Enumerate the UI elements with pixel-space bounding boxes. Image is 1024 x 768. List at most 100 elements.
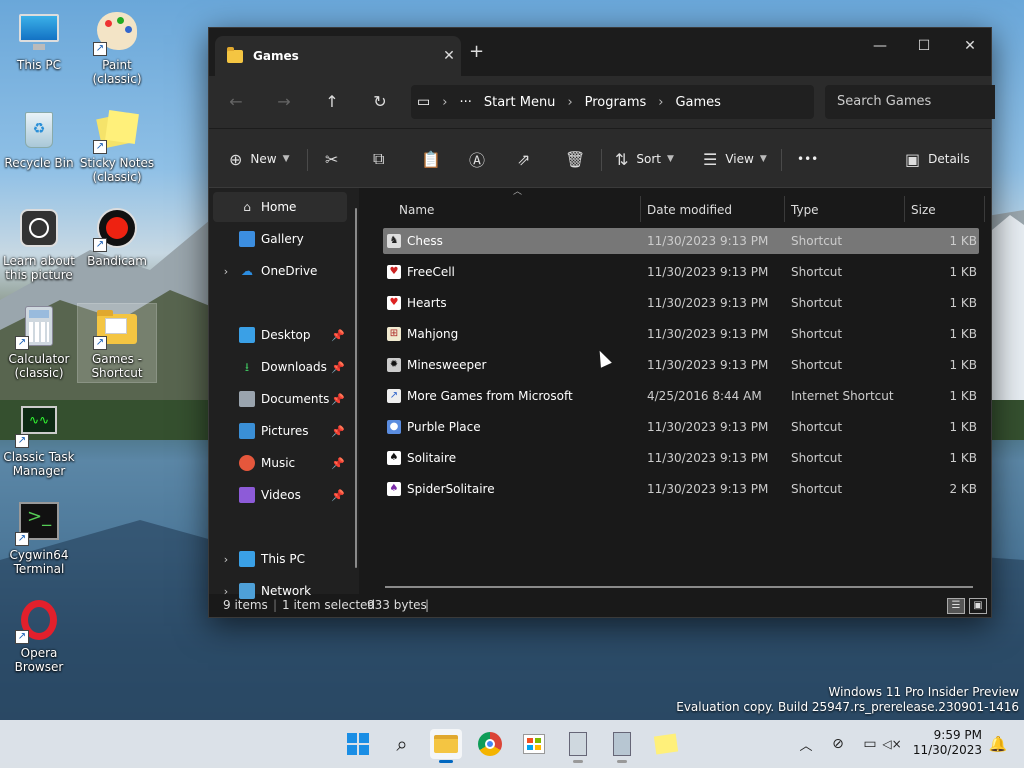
monitor-icon[interactable]: ▭	[411, 94, 436, 110]
volume-muted-icon[interactable]: ◁×	[876, 729, 908, 759]
breadcrumb-more[interactable]: ···	[453, 95, 477, 110]
paste-icon[interactable]: 📋	[421, 145, 449, 173]
close-tab-button[interactable]: ✕	[437, 48, 461, 64]
nav-item-desktop[interactable]: Desktop 📌	[213, 320, 347, 350]
search-input[interactable]: Search Games	[825, 85, 995, 119]
calculator-icon	[613, 732, 631, 756]
taskbar-store[interactable]	[518, 729, 550, 759]
desktop-icon-this-pc[interactable]: This PC	[0, 10, 78, 72]
breadcrumb-games[interactable]: Games	[669, 95, 726, 110]
chevron-up-icon[interactable]: ︿	[790, 729, 822, 759]
tiles-view-icon[interactable]: ▣	[969, 598, 987, 614]
divider[interactable]	[640, 196, 641, 222]
chevron-right-icon[interactable]: ›	[652, 95, 669, 110]
pin-icon[interactable]: 📌	[331, 329, 345, 342]
nav-item-this-pc[interactable]: › This PC	[213, 544, 347, 574]
chevron-right-icon[interactable]: ›	[561, 95, 578, 110]
file-type: Shortcut	[791, 358, 843, 372]
desktop-icon-games-shortcut[interactable]: ↗ Games - Shortcut	[77, 303, 157, 383]
file-row[interactable]: ♞ Chess 11/30/2023 9:13 PM Shortcut 1 KB	[383, 228, 979, 254]
tab-games[interactable]: Games ✕	[215, 36, 461, 76]
divider[interactable]	[904, 196, 905, 222]
nav-item-home[interactable]: ⌂ Home	[213, 192, 347, 222]
details-view-icon[interactable]: ☰	[947, 598, 965, 614]
column-header-date[interactable]: Date modified	[647, 196, 732, 224]
cut-icon[interactable]: ✂	[325, 145, 346, 173]
chevron-right-icon[interactable]: ›	[436, 95, 453, 110]
file-row[interactable]: ✹ Minesweeper 11/30/2023 9:13 PM Shortcu…	[383, 352, 979, 378]
forward-arrow-icon[interactable]: →	[269, 89, 299, 115]
desktop-icon-label: This PC	[17, 58, 61, 72]
nav-item-pictures[interactable]: Pictures 📌	[213, 416, 347, 446]
delete-icon[interactable]: 🗑	[565, 145, 593, 173]
taskbar-calculator-2[interactable]	[606, 729, 638, 763]
column-header-name[interactable]: Name	[399, 196, 434, 224]
nav-scrollbar[interactable]	[355, 208, 357, 568]
breadcrumb[interactable]: ▭ › ··· Start Menu › Programs › Games	[411, 85, 814, 119]
desktop-icon-paint[interactable]: ↗ Paint (classic)	[78, 10, 156, 86]
desktop-icon-sticky-notes[interactable]: ↗ Sticky Notes (classic)	[78, 108, 156, 184]
desktop-icon-bandicam[interactable]: ↗ Bandicam	[78, 206, 156, 268]
refresh-icon[interactable]: ↻	[365, 89, 395, 115]
back-arrow-icon[interactable]: ←	[221, 89, 251, 115]
desktop-icon-cygwin[interactable]: >_ ↗ Cygwin64 Terminal	[0, 500, 78, 576]
nav-item-music[interactable]: Music 📌	[213, 448, 347, 478]
freecell-icon: ♥	[387, 265, 401, 279]
pin-icon[interactable]: 📌	[331, 425, 345, 438]
desktop-icon-recycle-bin[interactable]: ♻ Recycle Bin	[0, 108, 78, 170]
view-button[interactable]: ☰ View ▼	[703, 145, 767, 173]
rename-icon[interactable]: Ⓐ	[469, 145, 493, 173]
nav-item-gallery[interactable]: Gallery	[213, 224, 347, 254]
nav-item-downloads[interactable]: ⭳ Downloads 📌	[213, 352, 347, 382]
pin-icon[interactable]: 📌	[331, 489, 345, 502]
start-button[interactable]	[342, 729, 374, 759]
breadcrumb-programs[interactable]: Programs	[579, 95, 653, 110]
chevron-right-icon[interactable]: ›	[213, 265, 239, 278]
maximize-button[interactable]: ☐	[901, 32, 947, 60]
clock[interactable]: 9:59 PM 11/30/2023	[913, 728, 982, 758]
chevron-right-icon[interactable]: ›	[213, 553, 239, 566]
share-icon[interactable]: ⇗	[517, 145, 538, 173]
desktop-icon-learn-about-picture[interactable]: Learn about this picture	[0, 206, 78, 282]
taskbar-chrome[interactable]	[474, 729, 506, 759]
taskbar-file-explorer[interactable]	[430, 729, 462, 763]
pin-icon[interactable]: 📌	[331, 393, 345, 406]
pin-icon[interactable]: 📌	[331, 361, 345, 374]
desktop-icon-task-manager[interactable]: ∿∿ ↗ Classic Task Manager	[0, 402, 78, 478]
desktop-icon-calculator[interactable]: ↗ Calculator (classic)	[0, 304, 78, 380]
divider[interactable]	[984, 196, 985, 222]
minimize-button[interactable]: —	[857, 32, 903, 60]
nav-item-documents[interactable]: Documents 📌	[213, 384, 347, 414]
file-row[interactable]: ♠ Solitaire 11/30/2023 9:13 PM Shortcut …	[383, 445, 979, 471]
file-row[interactable]: ♥ FreeCell 11/30/2023 9:13 PM Shortcut 1…	[383, 259, 979, 285]
horizontal-scrollbar[interactable]	[385, 586, 973, 588]
title-bar[interactable]: Games ✕ + — ☐ ✕	[209, 28, 991, 76]
nav-item-onedrive[interactable]: › ☁ OneDrive	[213, 256, 347, 286]
pin-icon[interactable]: 📌	[331, 457, 345, 470]
file-row[interactable]: ♠ SpiderSolitaire 11/30/2023 9:13 PM Sho…	[383, 476, 979, 502]
close-window-button[interactable]: ✕	[947, 32, 993, 60]
column-header-size[interactable]: Size	[911, 196, 936, 224]
file-row[interactable]: ● Purble Place 11/30/2023 9:13 PM Shortc…	[383, 414, 979, 440]
file-row[interactable]: ⊞ Mahjong 11/30/2023 9:13 PM Shortcut 1 …	[383, 321, 979, 347]
nav-item-videos[interactable]: Videos 📌	[213, 480, 347, 510]
file-row[interactable]: ♥ Hearts 11/30/2023 9:13 PM Shortcut 1 K…	[383, 290, 979, 316]
up-arrow-icon[interactable]: ↑	[317, 89, 347, 115]
details-button[interactable]: ▣ Details	[905, 145, 970, 173]
new-tab-button[interactable]: +	[469, 41, 484, 62]
command-bar: ⊕ New ▼ ✂ ⧉ 📋 Ⓐ ⇗ 🗑 ⇅ Sort ▼ ☰ View ▼ ••…	[209, 128, 991, 188]
sort-button[interactable]: ⇅ Sort ▼	[615, 145, 674, 173]
breadcrumb-start-menu[interactable]: Start Menu	[478, 95, 562, 110]
more-options-button[interactable]: •••	[797, 145, 818, 173]
column-header-type[interactable]: Type	[791, 196, 819, 224]
network-disconnected-icon[interactable]: ⊘	[822, 729, 854, 759]
copy-icon[interactable]: ⧉	[373, 145, 392, 173]
taskbar-sticky-notes[interactable]	[650, 729, 682, 759]
bell-icon[interactable]: 🔔	[982, 729, 1014, 759]
divider[interactable]	[784, 196, 785, 222]
new-button[interactable]: ⊕ New ▼	[229, 145, 290, 173]
desktop-icon-opera[interactable]: ↗ Opera Browser	[0, 598, 78, 674]
search-icon[interactable]: ⌕	[386, 729, 418, 759]
file-row[interactable]: ↗ More Games from Microsoft 4/25/2016 8:…	[383, 383, 979, 409]
taskbar-calculator[interactable]	[562, 729, 594, 763]
